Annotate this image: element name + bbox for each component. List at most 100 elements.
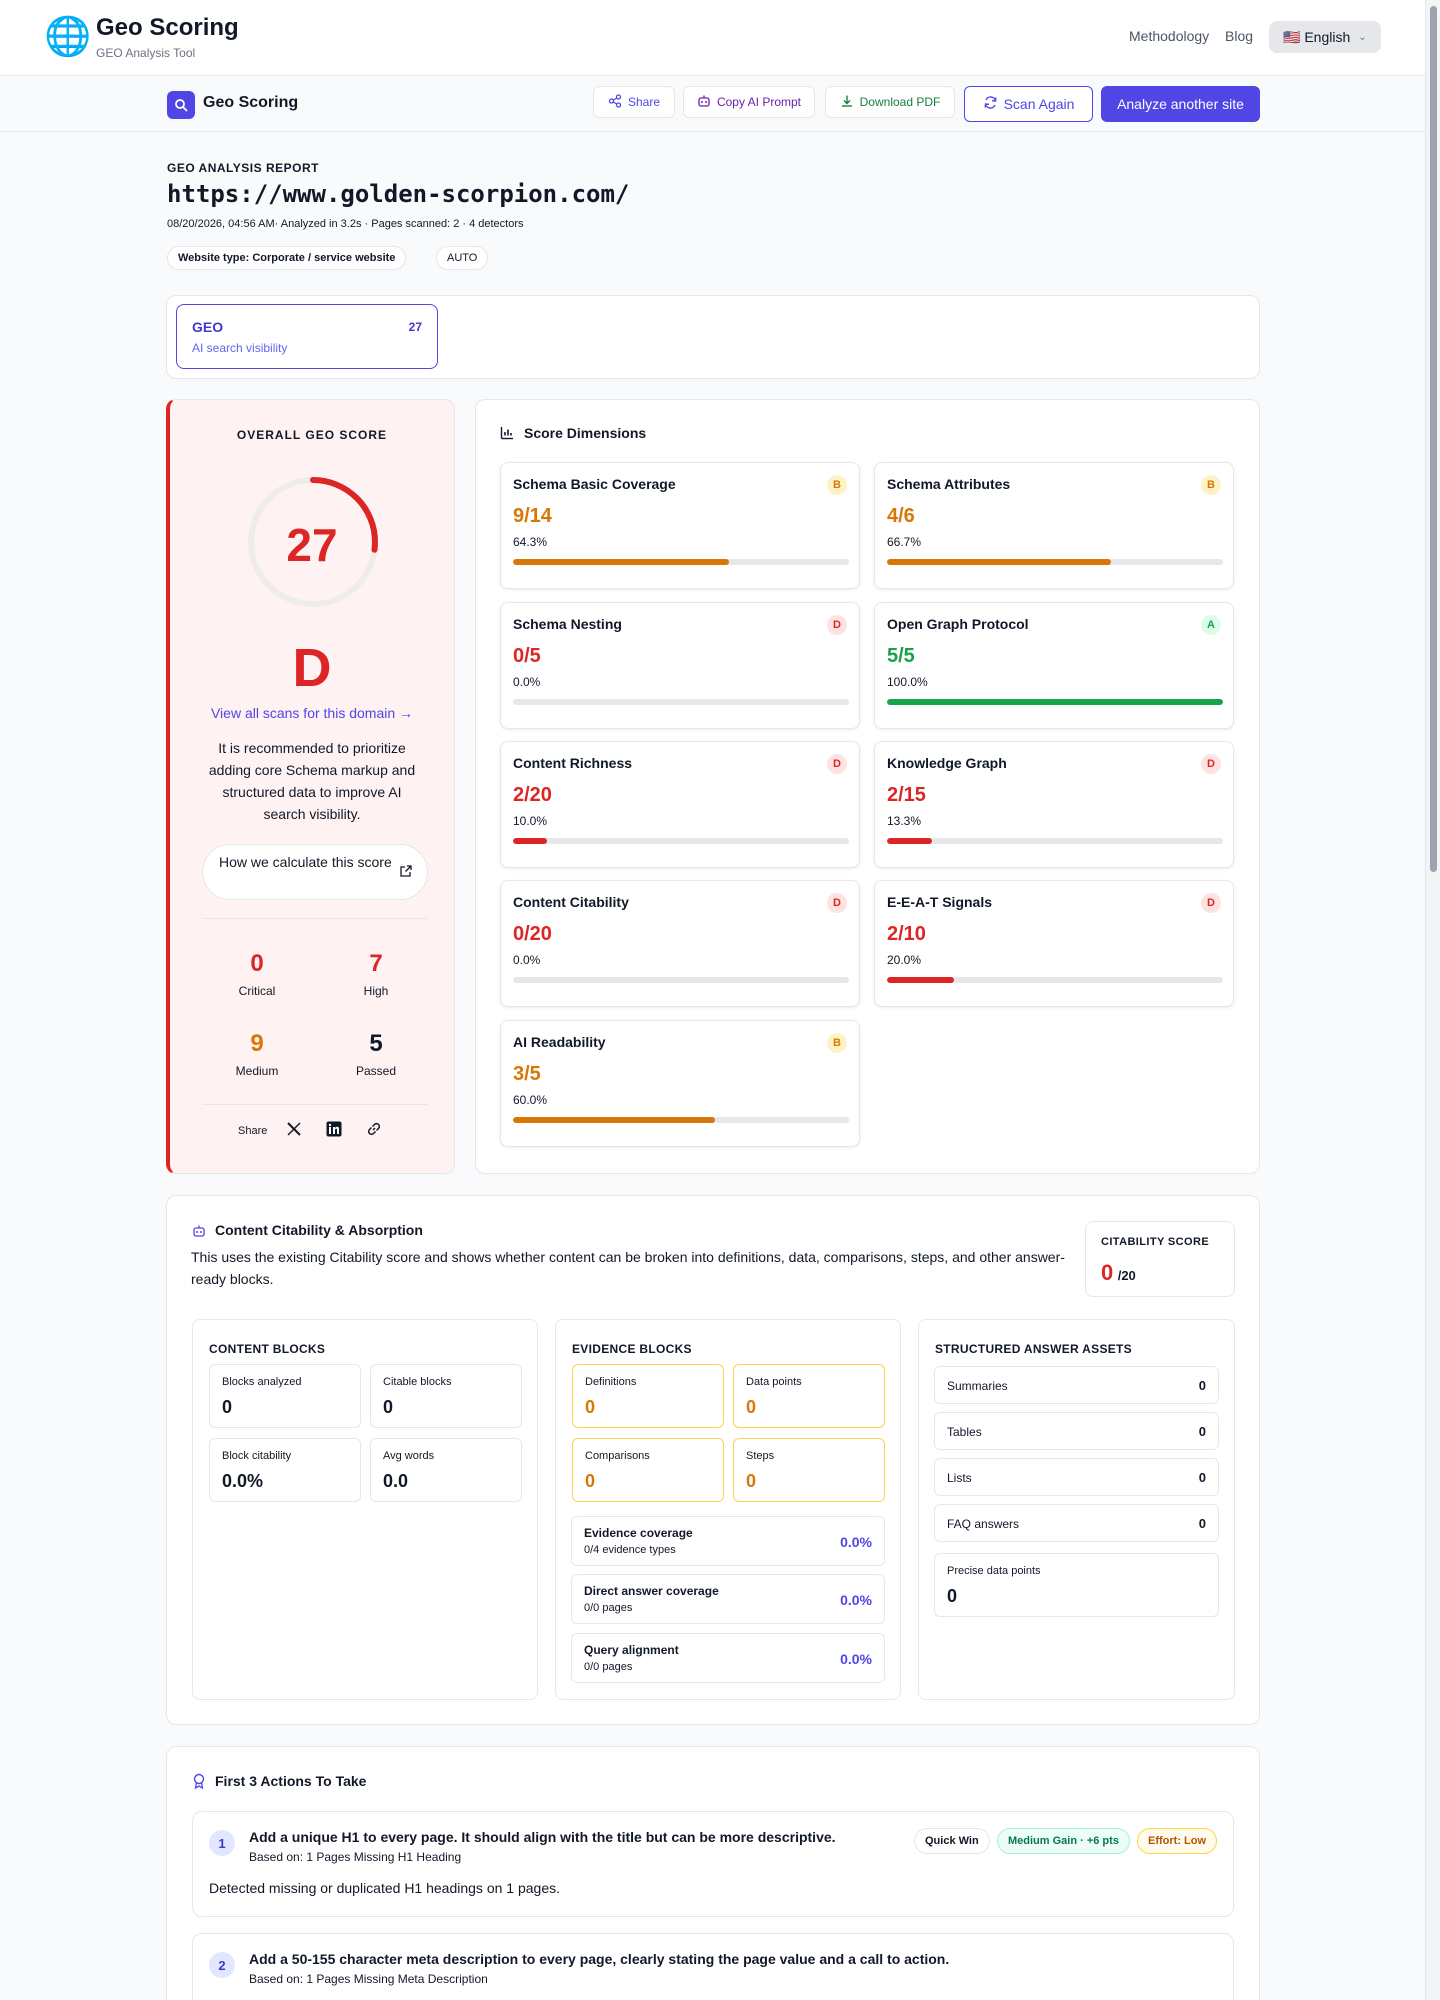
dimension-progress-fill [513,559,730,565]
x-twitter-icon[interactable] [286,1121,302,1142]
stat-medium-value: 9 [250,1030,264,1057]
dimension-score: 2/10 [887,923,926,945]
dimension-name: Content Citability [513,894,629,910]
dimension-card: Schema Nesting D 0/5 0.0% [500,602,860,729]
scan-again-label: Scan Again [1003,96,1075,112]
steps-tile: Steps 0 [733,1438,885,1502]
dimension-card: E-E-A-T Signals D 2/10 20.0% [874,880,1234,1007]
copy-link-icon[interactable] [366,1121,382,1142]
dimension-score: 9/14 [513,505,552,527]
overall-recommendation: It is recommended to prioritize adding c… [208,740,416,822]
comparisons-value: 0 [585,1471,596,1491]
action-item[interactable]: 1 Add a unique H1 to every page. It shou… [192,1811,1234,1917]
dimension-percent: 66.7% [887,535,922,549]
action-title: Add a unique H1 to every page. It should… [249,1829,836,1845]
effort-badge: Effort: Low [1137,1828,1218,1854]
how-we-calculate-button[interactable]: How we calculate this score [202,844,428,900]
actions-heading: First 3 Actions To Take [215,1773,367,1789]
direct-answer-coverage-value: 0.0% [840,1592,872,1608]
dimension-progress-fill [887,838,932,844]
quick-win-badge: Quick Win [914,1828,990,1854]
page-scrollbar[interactable] [1425,0,1440,2000]
view-all-scans-link[interactable]: View all scans for this domain → [170,705,454,721]
stat-high-value: 7 [369,950,383,977]
divider [202,918,428,919]
block-citability-value: 0.0% [222,1471,264,1491]
dimension-progress-track [887,838,1223,844]
dimension-score: 0/20 [513,923,552,945]
language-select[interactable]: 🇺🇸 English ⌄ [1269,21,1381,53]
dimension-percent: 20.0% [887,953,922,967]
dimension-progress-track [513,559,849,565]
tab-geo-subtitle: AI search visibility [192,341,288,355]
action-number: 1 [209,1830,235,1856]
how-we-calculate-label: How we calculate this score [219,854,392,870]
share-button[interactable]: Share [593,86,675,118]
dimension-grade-badge: B [827,1033,847,1053]
copy-ai-prompt-button[interactable]: Copy AI Prompt [683,86,815,118]
nav-link-blog[interactable]: Blog [1225,28,1253,44]
citability-description: This uses the existing Citability score … [191,1249,1065,1287]
dimension-progress-track [513,977,849,983]
evidence-blocks-heading: EVIDENCE BLOCKS [572,1342,692,1356]
dimension-percent: 0.0% [513,675,541,689]
app-title[interactable]: Geo Scoring [96,14,239,42]
stat-high: 7 High [326,950,426,998]
dimension-percent: 10.0% [513,814,548,828]
precise-data-points-value: 0 [947,1586,958,1606]
precise-data-points-tile: Precise data points 0 [934,1553,1219,1617]
tab-geo[interactable]: GEO 27 AI search visibility [176,304,438,369]
faq-answers-value: 0 [1198,1516,1206,1531]
citability-card: Content Citability & Absorption This use… [166,1195,1260,1725]
avg-words-value: 0.0 [383,1471,409,1491]
share-label: Share [238,1125,268,1137]
content-blocks-heading: CONTENT BLOCKS [209,1342,326,1356]
medium-gain-badge: Medium Gain · +6 pts [997,1828,1130,1854]
dimension-progress-track [513,699,849,705]
scrollbar-thumb[interactable] [1430,6,1437,872]
dimension-score: 2/15 [887,784,926,806]
citability-score: 0 /20 [1101,1260,1136,1286]
stat-medium: 9 Medium [207,1030,307,1078]
content-blocks-panel: CONTENT BLOCKS Blocks analyzed 0 Citable… [192,1319,538,1700]
stat-high-label: High [363,984,389,998]
citability-score-label: CITABILITY SCORE [1101,1236,1210,1248]
nav-link-methodology[interactable]: Methodology [1129,28,1209,44]
copy-ai-prompt-label: Copy AI Prompt [716,95,802,109]
citable-blocks-tile: Citable blocks 0 [370,1364,522,1428]
dimension-progress-fill [887,977,955,983]
score-dimensions-heading: Score Dimensions [524,425,647,441]
refresh-icon [983,95,998,113]
dimension-name: Open Graph Protocol [887,616,1029,632]
dimension-card: Content Richness D 2/20 10.0% [500,741,860,868]
download-pdf-button[interactable]: Download PDF [825,86,955,118]
dimension-grade-badge: D [827,615,847,635]
citability-score-max: /20 [1117,1268,1136,1283]
download-pdf-label: Download PDF [859,95,941,109]
stat-critical-label: Critical [238,984,276,998]
dimension-score: 2/20 [513,784,552,806]
scan-again-button[interactable]: Scan Again [964,86,1093,122]
tab-geo-title: GEO [192,319,224,335]
auto-pill[interactable]: AUTO [436,246,489,270]
report-label: GEO ANALYSIS REPORT [167,161,319,175]
report-meta: 08/20/2026, 04:56 AM· Analyzed in 3.2s ·… [167,218,524,230]
dimension-grade-badge: D [1201,754,1221,774]
action-based-on: Based on: 1 Pages Missing H1 Heading [249,1850,462,1864]
analyze-another-site-button[interactable]: Analyze another site [1101,86,1260,122]
dimension-score: 3/5 [513,1063,541,1085]
query-alignment-sub: 0/0 pages [584,1661,633,1673]
citability-score-value: 0 [1101,1260,1114,1285]
block-citability-tile: Block citability 0.0% [209,1438,361,1502]
direct-answer-coverage-label: Direct answer coverage [584,1584,719,1598]
block-citability-label: Block citability [222,1450,292,1462]
share-icon [608,93,622,111]
data-points-tile: Data points 0 [733,1364,885,1428]
dimension-progress-track [887,977,1223,983]
globe-icon[interactable]: 🌐 [44,16,91,58]
linkedin-icon[interactable] [326,1121,342,1142]
dimension-progress-fill [887,559,1112,565]
language-label: 🇺🇸 English [1283,28,1351,45]
dimension-name: Content Richness [513,755,633,771]
action-item[interactable]: 2 Add a 50-155 character meta descriptio… [192,1933,1234,2000]
